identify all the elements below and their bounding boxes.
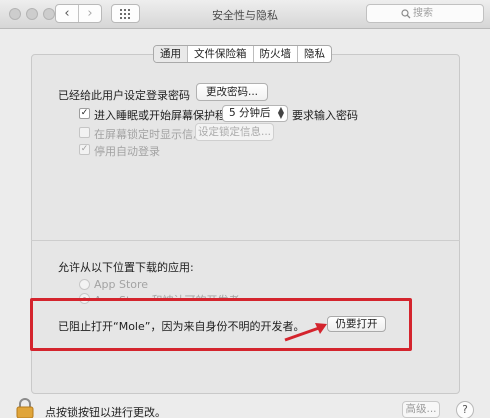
red-arrow-icon — [284, 323, 327, 342]
disable-auto-login-checkbox[interactable]: ✓ — [79, 144, 90, 155]
require-password-checkbox[interactable]: ✓ — [79, 108, 90, 119]
tab-bar: 通用 文件保险箱 防火墙 隐私 — [153, 45, 332, 63]
require-password-suffix: 要求输入密码 — [292, 109, 358, 122]
search-input[interactable] — [413, 6, 479, 21]
lock-icon[interactable] — [16, 398, 34, 418]
chevron-updown-icon: ▲ ▼ — [277, 105, 284, 120]
minimize-window-button[interactable] — [26, 8, 38, 20]
tab-firewall[interactable]: 防火墙 — [254, 46, 298, 62]
grid-icon — [120, 9, 130, 19]
highlight-box — [30, 298, 412, 351]
section-divider — [31, 240, 460, 241]
tab-general[interactable]: 通用 — [154, 46, 188, 62]
app-store-radio[interactable] — [79, 279, 90, 290]
forward-button[interactable]: › — [79, 5, 101, 22]
show-message-label: 在屏幕锁定时显示信息 — [94, 128, 204, 141]
close-window-button[interactable] — [9, 8, 21, 20]
show-all-button[interactable] — [111, 4, 140, 23]
back-button[interactable]: ‹ — [56, 5, 78, 22]
set-lock-message-button[interactable]: 设定锁定信息... — [195, 123, 274, 141]
disable-auto-login-label: 停用自动登录 — [94, 145, 160, 158]
password-delay-value: 5 分钟后 — [229, 107, 271, 119]
search-field[interactable] — [366, 4, 484, 23]
advanced-button[interactable]: 高级... — [402, 401, 440, 418]
navigation-buttons: ‹ › — [55, 4, 102, 23]
window-title: 安全性与隐私 — [212, 9, 278, 22]
change-password-button[interactable]: 更改密码... — [196, 83, 268, 101]
app-store-label: App Store — [94, 278, 149, 291]
zoom-window-button[interactable] — [43, 8, 55, 20]
tab-privacy[interactable]: 隐私 — [298, 46, 331, 62]
password-set-label: 已经给此用户设定登录密码 — [58, 89, 190, 102]
lock-message: 点按锁按钮以进行更改。 — [45, 406, 166, 418]
password-delay-select[interactable]: 5 分钟后 ▲ ▼ — [222, 105, 288, 122]
show-message-checkbox[interactable] — [79, 127, 90, 138]
require-password-label: 进入睡眠或开始屏幕保护程序 — [94, 109, 237, 122]
downloads-heading: 允许从以下位置下载的应用: — [58, 261, 194, 274]
security-privacy-window: ‹ › 安全性与隐私 通用 文件保险箱 防火 — [0, 0, 490, 418]
tab-filevault[interactable]: 文件保险箱 — [188, 46, 254, 62]
search-icon — [401, 9, 411, 19]
help-button[interactable]: ? — [456, 401, 474, 418]
title-bar: ‹ › 安全性与隐私 — [0, 0, 490, 29]
